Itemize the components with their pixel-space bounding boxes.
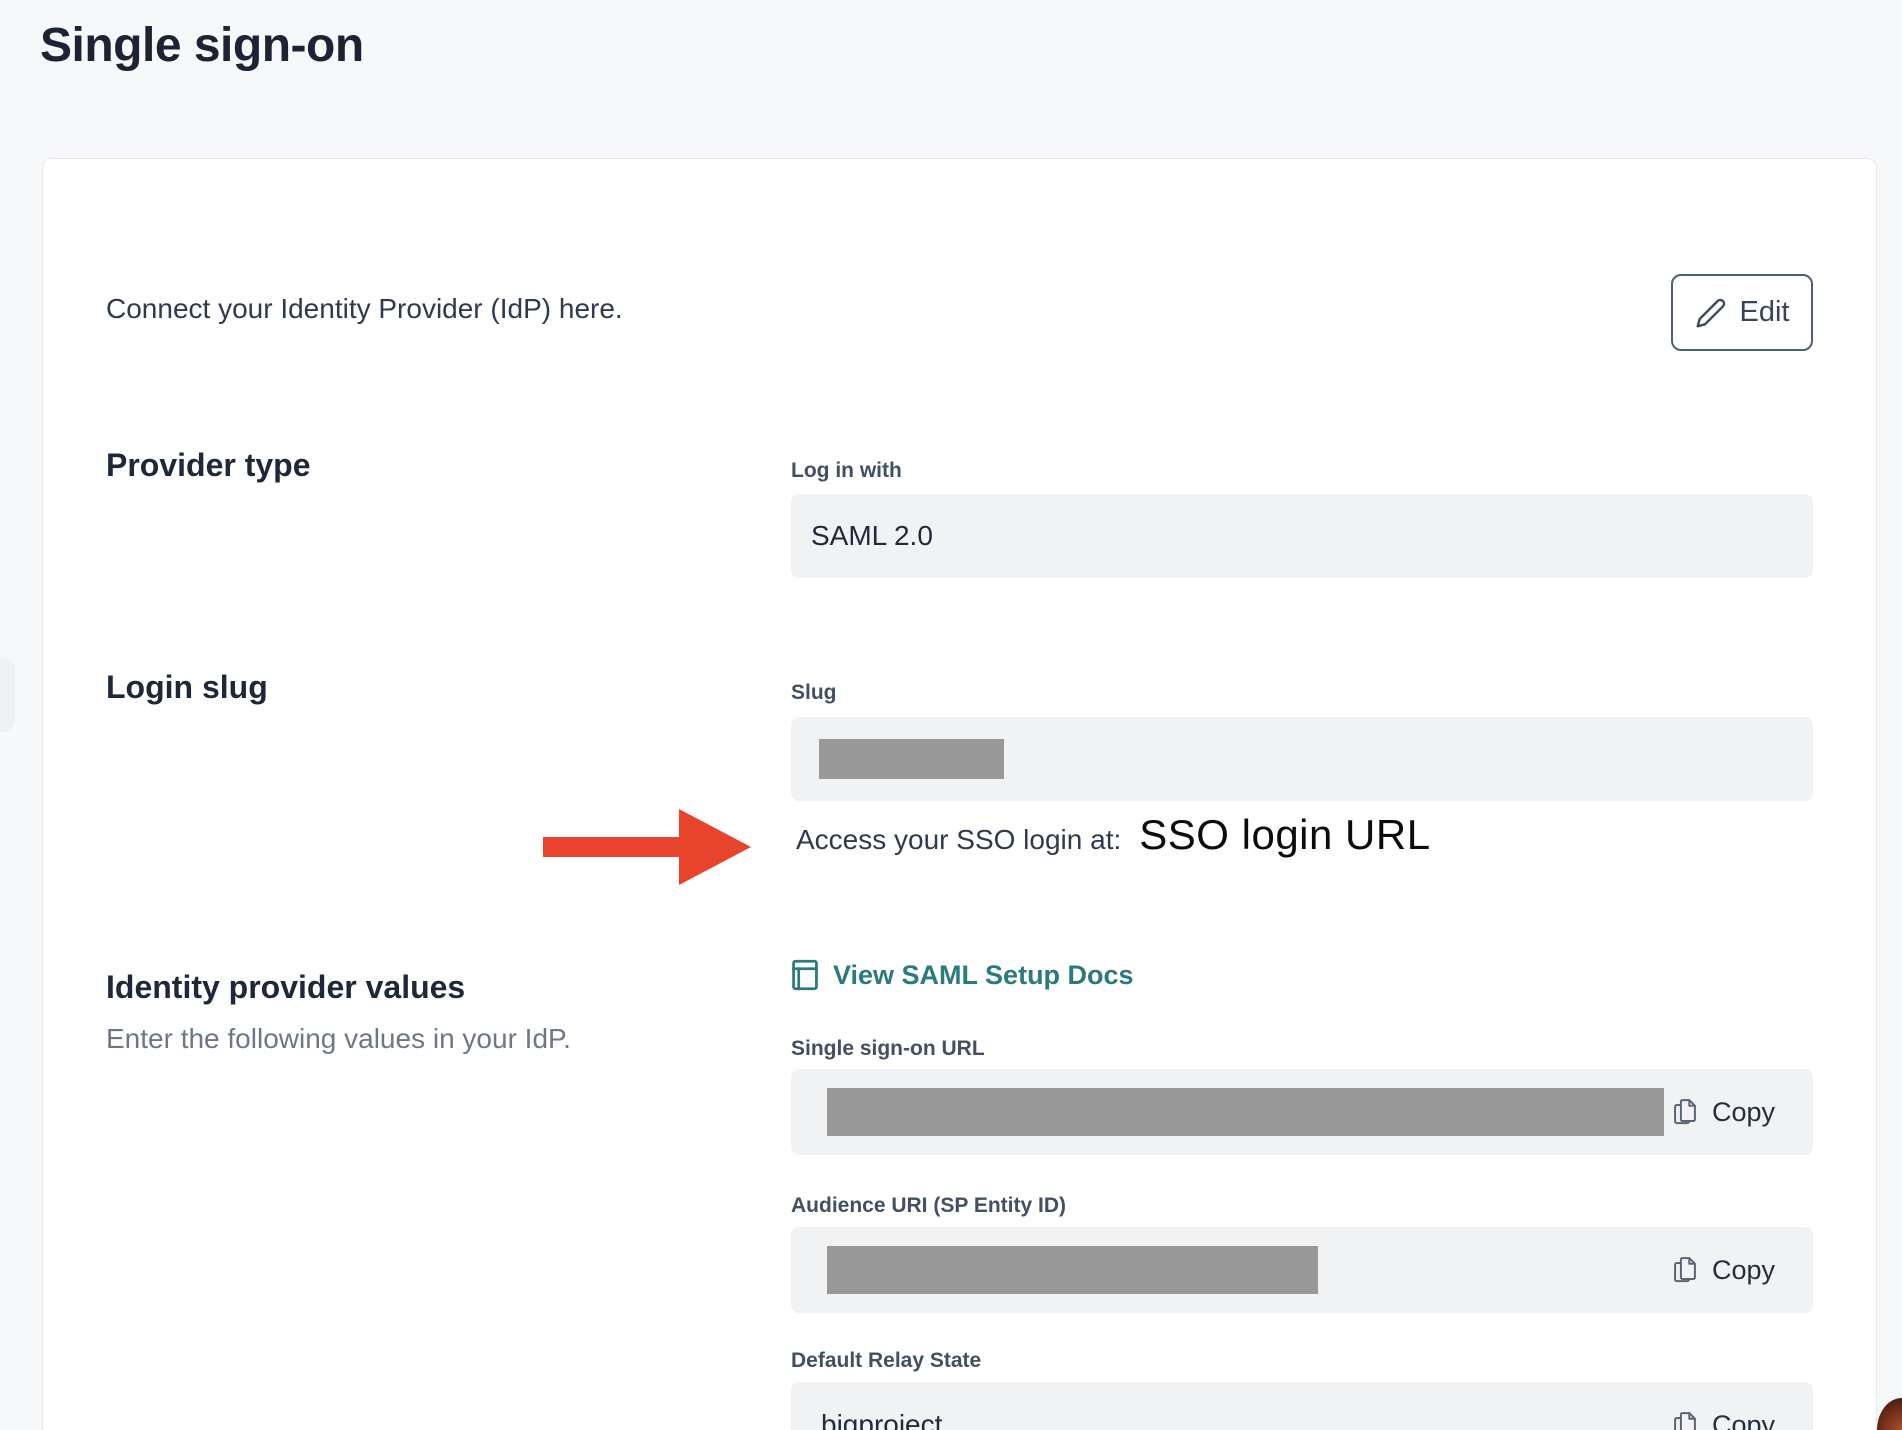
screen-corner-artifact (1877, 1398, 1902, 1430)
sso-settings-card: Connect your Identity Provider (IdP) her… (42, 158, 1877, 1430)
document-icon (791, 959, 819, 991)
edit-button[interactable]: Edit (1671, 274, 1813, 351)
default-relay-state-value: bigproject (821, 1409, 942, 1430)
sso-login-caption-row: Access your SSO login at: SSO login URL (796, 811, 1431, 859)
copy-sso-url-button[interactable]: Copy (1671, 1069, 1775, 1155)
audience-uri-field: Copy (791, 1227, 1813, 1313)
slug-redacted-value (819, 739, 1004, 779)
copy-button-label: Copy (1712, 1410, 1775, 1430)
login-slug-heading: Login slug (106, 669, 268, 706)
page-title: Single sign-on (40, 18, 364, 73)
copy-icon (1671, 1409, 1699, 1430)
edit-button-label: Edit (1740, 296, 1790, 329)
copy-icon (1671, 1096, 1699, 1128)
log-in-with-label: Log in with (791, 459, 902, 483)
view-saml-setup-docs-label: View SAML Setup Docs (833, 960, 1134, 991)
default-relay-state-field: bigproject Copy (791, 1382, 1813, 1430)
slug-label: Slug (791, 681, 837, 705)
provider-type-heading: Provider type (106, 447, 311, 484)
sso-login-url-annotation: SSO login URL (1139, 811, 1430, 859)
single-sign-on-url-field: Copy (791, 1069, 1813, 1155)
copy-icon (1671, 1254, 1699, 1286)
idp-values-subheading: Enter the following values in your IdP. (106, 1023, 571, 1055)
drawer-handle[interactable] (0, 658, 15, 732)
sso-login-caption: Access your SSO login at: (796, 824, 1121, 856)
single-sign-on-url-label: Single sign-on URL (791, 1037, 985, 1061)
annotation-arrow-head (679, 809, 751, 885)
annotation-arrow-body (543, 837, 681, 857)
audience-uri-redacted-value (827, 1246, 1318, 1294)
slug-input[interactable] (791, 717, 1813, 801)
copy-relay-state-button[interactable]: Copy (1671, 1382, 1775, 1430)
view-saml-setup-docs-link[interactable]: View SAML Setup Docs (791, 959, 1134, 991)
provider-type-select[interactable]: SAML 2.0 (791, 494, 1813, 578)
provider-type-value: SAML 2.0 (811, 520, 933, 552)
single-sign-on-url-redacted-value (827, 1088, 1664, 1136)
default-relay-state-label: Default Relay State (791, 1349, 981, 1373)
audience-uri-label: Audience URI (SP Entity ID) (791, 1194, 1066, 1218)
copy-button-label: Copy (1712, 1097, 1775, 1128)
copy-button-label: Copy (1712, 1255, 1775, 1286)
copy-audience-uri-button[interactable]: Copy (1671, 1227, 1775, 1313)
pencil-icon (1695, 297, 1727, 329)
intro-text: Connect your Identity Provider (IdP) her… (106, 293, 623, 325)
idp-values-heading: Identity provider values (106, 969, 465, 1006)
